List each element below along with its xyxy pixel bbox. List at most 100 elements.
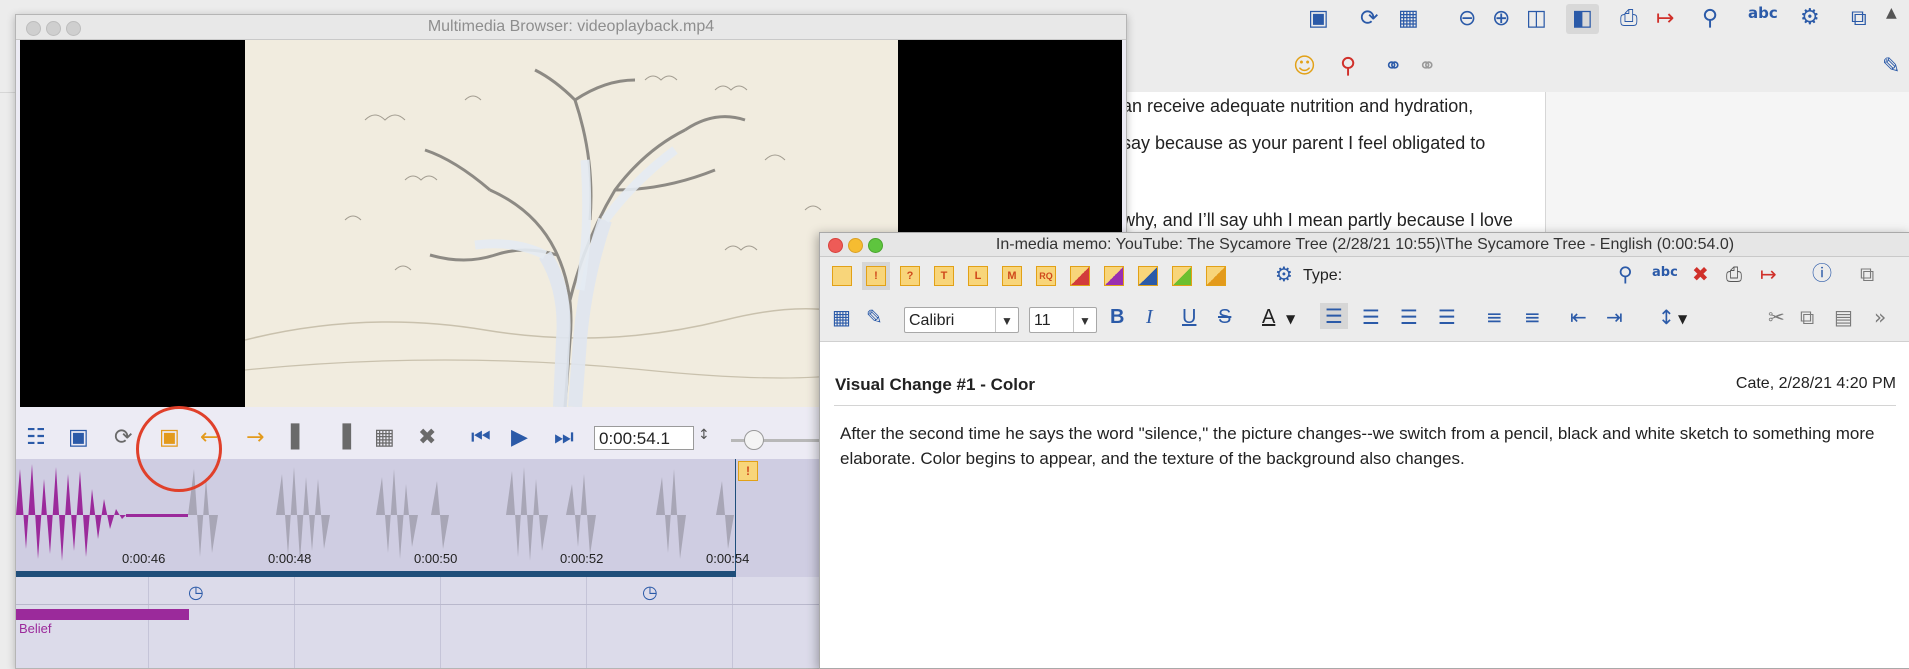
memo-type-plain-icon[interactable] xyxy=(832,266,852,286)
clock-icon[interactable]: ◷ xyxy=(188,582,204,603)
unlink-icon[interactable]: ⚭ xyxy=(1418,56,1436,78)
video-frame xyxy=(245,40,898,407)
format-brush-icon[interactable]: ✎ xyxy=(866,307,883,327)
right-pane xyxy=(1545,92,1909,232)
font-name: Calibri xyxy=(909,312,955,329)
memo-type-important-icon[interactable]: ! xyxy=(862,262,890,290)
time-tick: 0:00:48 xyxy=(268,551,312,566)
time-tick: 0:00:52 xyxy=(560,551,604,566)
time-field[interactable]: 0:00:54.1 xyxy=(594,426,694,450)
cut-icon[interactable]: ✂ xyxy=(1768,307,1785,327)
indent-icon[interactable]: ⇥ xyxy=(1606,307,1623,327)
grid-line xyxy=(294,577,295,668)
grid-line xyxy=(440,577,441,668)
tree-sketch-image xyxy=(245,68,898,407)
time-stepper-icon[interactable]: ↕ xyxy=(698,428,710,442)
layout-icon[interactable]: ▦ xyxy=(1398,8,1419,30)
bullet-list-icon[interactable]: ≡ xyxy=(1486,307,1503,327)
mark-start-icon[interactable]: ▌ xyxy=(291,427,308,449)
skip-forward-icon[interactable]: ⏭ xyxy=(554,427,574,449)
loop-icon[interactable]: ⟳ xyxy=(114,427,132,449)
spellcheck-icon[interactable]: abc xyxy=(1748,6,1778,21)
pin-icon[interactable]: ⚲ xyxy=(1340,56,1356,78)
panel-icon[interactable]: ◧ xyxy=(1566,4,1599,34)
memo-type-question-icon[interactable]: ? xyxy=(900,266,920,286)
memo-type-red-icon[interactable] xyxy=(1070,266,1090,286)
align-right-icon[interactable]: ☰ xyxy=(1400,307,1418,327)
memo-author-date: Cate, 2/28/21 4:20 PM xyxy=(1735,375,1896,392)
clock-icon[interactable]: ◷ xyxy=(642,582,658,603)
chevron-down-icon[interactable]: ▼ xyxy=(1678,313,1687,325)
memo-type-research-question-icon[interactable]: RQ xyxy=(1036,266,1056,286)
font-size-select[interactable]: 11 ▼ xyxy=(1029,307,1097,333)
bold-icon[interactable]: B xyxy=(1110,307,1124,327)
copy-icon[interactable]: ⧉ xyxy=(1800,307,1814,327)
memo-type-purple-icon[interactable] xyxy=(1104,266,1124,286)
belief-code-bar[interactable] xyxy=(16,609,189,620)
justify-icon[interactable]: ☰ xyxy=(1438,307,1456,327)
search-icon[interactable]: ⚲ xyxy=(1618,264,1633,284)
print-icon[interactable]: ⎙ xyxy=(1620,8,1638,30)
time-tick: 0:00:50 xyxy=(414,551,458,566)
video-icon[interactable]: ▣ xyxy=(1308,8,1329,30)
next-memo-icon[interactable]: → xyxy=(246,427,264,449)
align-center-icon[interactable]: ☰ xyxy=(1362,307,1380,327)
delete-icon[interactable]: ✖ xyxy=(1692,264,1709,284)
export-icon[interactable]: ↦ xyxy=(1656,8,1674,30)
emoji-icon[interactable]: ☺ xyxy=(1293,56,1316,78)
volume-slider-thumb[interactable] xyxy=(744,430,764,450)
zoom-out-icon[interactable]: ⊖ xyxy=(1458,8,1476,30)
skip-back-icon[interactable]: ⏮ xyxy=(471,427,491,449)
multimedia-title-bar[interactable]: Multimedia Browser: videoplayback.mp4 xyxy=(16,15,1126,40)
chevron-down-icon[interactable]: ▼ xyxy=(1286,313,1295,325)
clear-range-icon[interactable]: ✖ xyxy=(418,427,436,449)
memo-marker-icon[interactable]: ! xyxy=(738,461,758,481)
memo-title-bar[interactable]: In-media memo: YouTube: The Sycamore Tre… xyxy=(820,233,1909,257)
search-icon[interactable]: ⚲ xyxy=(1702,8,1718,30)
edit-icon[interactable]: ✎ xyxy=(1882,56,1900,78)
preview-icon[interactable]: ▣ xyxy=(68,427,89,449)
calendar-icon[interactable]: ▦ xyxy=(832,307,851,327)
memo-type-green-icon[interactable] xyxy=(1172,266,1192,286)
zoom-in-icon[interactable]: ⊕ xyxy=(1492,8,1510,30)
memo-type-theory-icon[interactable]: T xyxy=(934,266,954,286)
memo-type-blue-icon[interactable] xyxy=(1138,266,1158,286)
numbered-list-icon[interactable]: ≡ xyxy=(1524,307,1541,327)
text-color-icon[interactable]: A xyxy=(1262,307,1275,327)
memo-heading[interactable]: Visual Change #1 - Color xyxy=(835,375,1035,395)
strikethrough-icon[interactable]: S xyxy=(1218,307,1231,327)
print-icon[interactable]: ⎙ xyxy=(1726,264,1742,284)
window-icon[interactable]: ⧉ xyxy=(1860,264,1874,284)
zoom-percent-icon[interactable]: ◫ xyxy=(1526,8,1547,30)
play-icon[interactable]: ▶ xyxy=(511,427,528,449)
memo-type-literature-icon[interactable]: L xyxy=(968,266,988,286)
time-tick: 0:00:54 xyxy=(706,551,750,566)
outdent-icon[interactable]: ⇤ xyxy=(1570,307,1587,327)
spellcheck-icon[interactable]: abc xyxy=(1652,266,1678,279)
mark-end-icon[interactable]: ▐ xyxy=(334,427,351,449)
line-spacing-icon[interactable]: ↕ xyxy=(1658,307,1675,327)
font-select[interactable]: Calibri ▼ xyxy=(904,307,1019,333)
memo-body-text[interactable]: After the second time he says the word "… xyxy=(840,421,1890,471)
gear-icon[interactable]: ⚙ xyxy=(1275,264,1293,284)
align-left-icon[interactable]: ☰ xyxy=(1320,303,1348,329)
memo-type-method-icon[interactable]: M xyxy=(1002,266,1022,286)
info-icon[interactable]: ⓘ xyxy=(1812,263,1832,283)
link-icon[interactable]: ⚭ xyxy=(1384,56,1402,78)
type-label: Type: xyxy=(1303,267,1343,284)
memo-type-orange-icon[interactable] xyxy=(1206,266,1226,286)
refresh-icon[interactable]: ⟳ xyxy=(1360,8,1378,30)
more-icon[interactable]: » xyxy=(1874,307,1886,327)
window-icon[interactable]: ⧉ xyxy=(1851,8,1867,30)
underline-icon[interactable]: U xyxy=(1182,307,1196,327)
export-icon[interactable]: ↦ xyxy=(1760,264,1777,284)
scroll-up-icon[interactable]: ▲ xyxy=(1886,6,1897,20)
time-tick: 0:00:46 xyxy=(122,551,166,566)
paste-icon[interactable]: ▤ xyxy=(1834,307,1853,327)
select-range-icon[interactable]: ▦ xyxy=(374,427,395,449)
settings-sliders-icon[interactable]: ☷ xyxy=(26,427,46,449)
italic-icon[interactable]: I xyxy=(1146,307,1153,327)
gear-icon[interactable]: ⚙ xyxy=(1800,7,1820,29)
chevron-down-icon: ▼ xyxy=(995,308,1018,332)
document-line: why, and I’ll say uhh I mean partly beca… xyxy=(1122,210,1513,230)
